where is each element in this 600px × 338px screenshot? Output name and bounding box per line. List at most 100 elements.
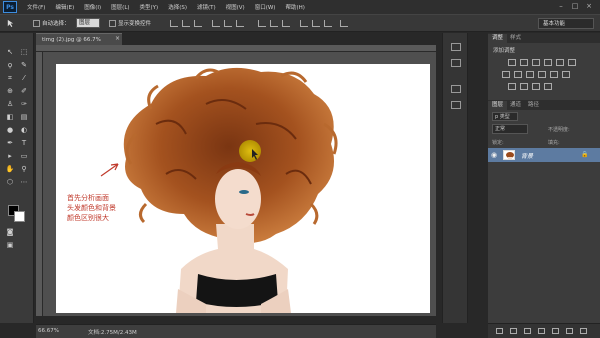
annotation-line-2: 头发颜色和背景 <box>67 204 116 212</box>
crop-tool-icon[interactable]: ⌗ <box>4 73 16 83</box>
pen-tool-icon[interactable]: ✒ <box>4 138 16 148</box>
align-right-icon[interactable] <box>236 20 244 27</box>
posterize-adjust-icon[interactable] <box>508 83 516 90</box>
screen-mode-icon[interactable]: ▣ <box>4 240 16 250</box>
new-adjustment-icon[interactable] <box>538 328 545 334</box>
exposure-adjust-icon[interactable] <box>544 59 552 66</box>
menu-layer[interactable]: 图层(L) <box>111 3 129 11</box>
type-tool-icon[interactable]: T <box>18 138 30 148</box>
align-vcenter-icon[interactable] <box>182 20 190 27</box>
color-lookup-adjust-icon[interactable] <box>550 71 558 78</box>
auto-select-checkbox[interactable] <box>33 20 40 27</box>
menu-help[interactable]: 帮助(H) <box>285 3 304 11</box>
align-bottom-icon[interactable] <box>194 20 202 27</box>
invert-adjust-icon[interactable] <box>562 71 570 78</box>
edit-toolbar-icon[interactable]: ⋯ <box>18 177 30 187</box>
marquee-tool-icon[interactable]: ⬚ <box>18 47 30 57</box>
black-white-adjust-icon[interactable] <box>514 71 522 78</box>
tab-layers[interactable]: 图层 <box>488 101 508 110</box>
eyedropper-tool-icon[interactable]: ⁄ <box>18 73 30 83</box>
clone-stamp-tool-icon[interactable]: ♙ <box>4 99 16 109</box>
gradient-map-adjust-icon[interactable] <box>532 83 540 90</box>
zoom-tool-icon[interactable]: ⚲ <box>18 164 30 174</box>
threshold-adjust-icon[interactable] <box>520 83 528 90</box>
menu-window[interactable]: 窗口(W) <box>255 3 276 11</box>
status-bar: 66.67% 文档:2.75M/2.43M <box>36 324 436 338</box>
link-layers-icon[interactable] <box>496 328 503 334</box>
quick-mask-icon[interactable]: ◙ <box>4 227 16 237</box>
auto-select-target-select[interactable]: 图层 <box>76 18 100 28</box>
menu-select[interactable]: 选择(S) <box>168 3 187 11</box>
properties-panel-icon[interactable] <box>451 59 461 67</box>
align-hcenter-icon[interactable] <box>224 20 232 27</box>
path-select-tool-icon[interactable]: ▸ <box>4 151 16 161</box>
show-transform-checkbox[interactable] <box>109 20 116 27</box>
distribute-bottom-icon[interactable] <box>282 20 290 27</box>
history-brush-tool-icon[interactable]: ✑ <box>18 99 30 109</box>
layer-kind-filter[interactable]: p 类型 <box>492 112 518 121</box>
hsl-adjust-icon[interactable] <box>568 59 576 66</box>
new-group-icon[interactable] <box>552 328 559 334</box>
layer-style-icon[interactable] <box>510 328 517 334</box>
healing-brush-tool-icon[interactable]: ⊕ <box>4 86 16 96</box>
minimize-icon[interactable]: – <box>556 2 566 11</box>
auto-align-icon[interactable] <box>340 20 348 27</box>
3d-tool-icon[interactable]: ⬡ <box>4 177 16 187</box>
layer-name[interactable]: 背景 <box>521 151 533 160</box>
brush-tool-icon[interactable]: ✐ <box>18 86 30 96</box>
dodge-tool-icon[interactable]: ◐ <box>18 125 30 135</box>
quick-select-tool-icon[interactable]: ✎ <box>18 60 30 70</box>
history-panel-icon[interactable] <box>451 43 461 51</box>
eye-icon[interactable]: ◉ <box>491 151 497 159</box>
menu-view[interactable]: 视图(V) <box>226 3 245 11</box>
layer-row-background[interactable]: ◉ 背景 🔒 <box>488 148 600 162</box>
character-panel-icon[interactable] <box>451 85 461 93</box>
distribute-hcenter-icon[interactable] <box>312 20 320 27</box>
brightness-adjust-icon[interactable] <box>508 59 516 66</box>
align-left-icon[interactable] <box>212 20 220 27</box>
vibrance-adjust-icon[interactable] <box>556 59 564 66</box>
tab-paths[interactable]: 路径 <box>524 101 543 110</box>
hand-tool-icon[interactable]: ✋ <box>4 164 16 174</box>
distribute-vcenter-icon[interactable] <box>270 20 278 27</box>
photo-filter-adjust-icon[interactable] <box>526 71 534 78</box>
blur-tool-icon[interactable]: ● <box>4 125 16 135</box>
zoom-level[interactable]: 66.67% <box>38 328 59 334</box>
maximize-icon[interactable]: □ <box>570 2 580 11</box>
shape-tool-icon[interactable]: ▭ <box>18 151 30 161</box>
move-tool-icon[interactable]: ↖ <box>4 47 16 57</box>
paragraph-panel-icon[interactable] <box>451 101 461 109</box>
curves-adjust-icon[interactable] <box>532 59 540 66</box>
eraser-tool-icon[interactable]: ◧ <box>4 112 16 122</box>
blend-mode-select[interactable]: 正常 <box>492 124 528 134</box>
distribute-left-icon[interactable] <box>300 20 308 27</box>
menu-image[interactable]: 图像(I) <box>84 3 101 11</box>
levels-adjust-icon[interactable] <box>520 59 528 66</box>
lasso-tool-icon[interactable]: ϙ <box>4 60 16 70</box>
menu-edit[interactable]: 编辑(E) <box>55 3 74 11</box>
tab-styles[interactable]: 样式 <box>506 34 525 43</box>
menu-file[interactable]: 文件(F) <box>27 3 45 11</box>
tab-adjustments[interactable]: 调整 <box>488 34 508 43</box>
distribute-top-icon[interactable] <box>258 20 266 27</box>
move-tool-icon[interactable] <box>6 19 15 28</box>
delete-layer-icon[interactable] <box>580 328 587 334</box>
tab-channels[interactable]: 通道 <box>506 101 525 110</box>
color-balance-adjust-icon[interactable] <box>502 71 510 78</box>
add-mask-icon[interactable] <box>524 328 531 334</box>
background-color-swatch[interactable] <box>14 211 25 222</box>
close-tab-icon[interactable]: × <box>115 33 120 45</box>
document-canvas[interactable] <box>56 64 430 313</box>
workspace-select[interactable]: 基本功能 <box>538 18 594 29</box>
selective-color-adjust-icon[interactable] <box>544 83 552 90</box>
menu-filter[interactable]: 滤镜(T) <box>197 3 216 11</box>
close-window-icon[interactable]: × <box>584 2 594 11</box>
portrait-photo <box>100 67 338 313</box>
new-layer-icon[interactable] <box>566 328 573 334</box>
gradient-tool-icon[interactable]: ▤ <box>18 112 30 122</box>
distribute-right-icon[interactable] <box>324 20 332 27</box>
channel-mixer-adjust-icon[interactable] <box>538 71 546 78</box>
document-tab[interactable]: timg (2).jpg @ 66.7%(RGB/8) <box>36 33 122 55</box>
align-top-icon[interactable] <box>170 20 178 27</box>
menu-type[interactable]: 类型(Y) <box>140 3 159 11</box>
